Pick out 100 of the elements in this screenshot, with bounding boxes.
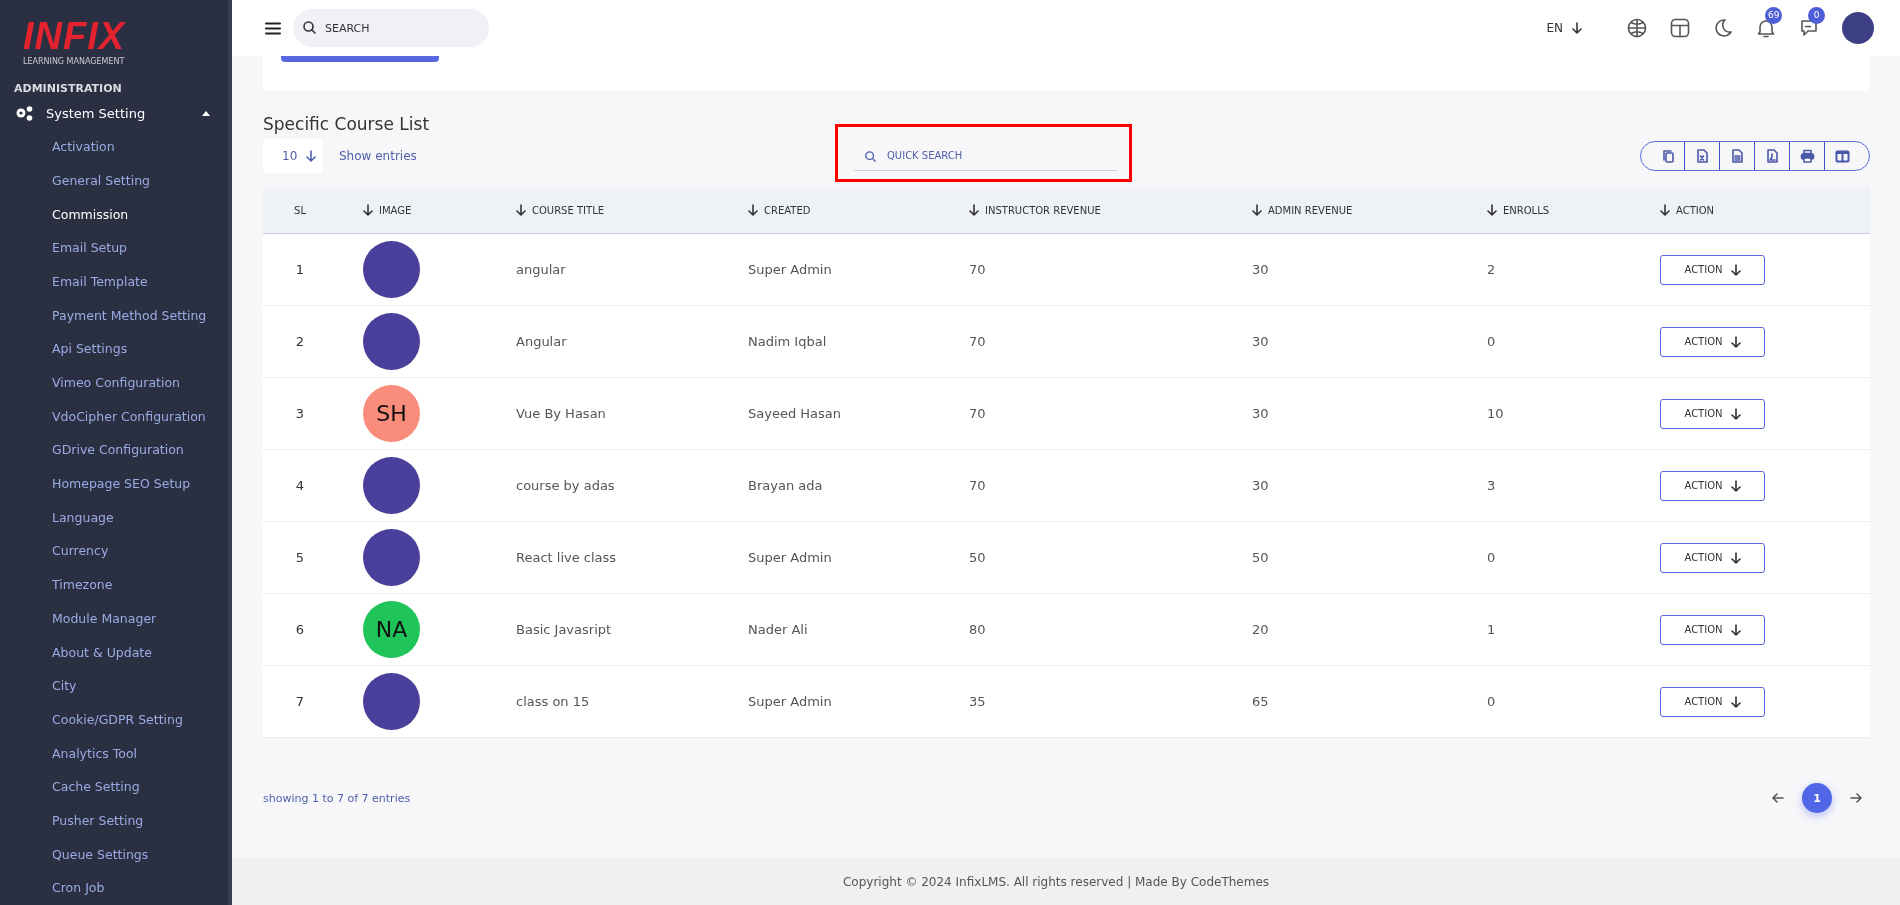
- sidebar-item[interactable]: General Setting: [0, 163, 228, 198]
- notification-count: 69: [1765, 7, 1783, 24]
- table-cell-text: 65: [1252, 694, 1270, 709]
- table-cell-text: Angular: [516, 334, 568, 349]
- globe-icon: [1627, 18, 1647, 38]
- message-count: 0: [1808, 7, 1825, 24]
- sidebar-item[interactable]: Homepage SEO Setup: [0, 467, 228, 501]
- table-cell-text: 80: [969, 622, 987, 637]
- sidebar-item[interactable]: Currency: [0, 534, 228, 569]
- action-button[interactable]: ACTION: [1660, 254, 1765, 285]
- table-cell-text: 5: [294, 550, 306, 565]
- sidebar-item[interactable]: Cron Job: [0, 871, 228, 905]
- sidebar-item[interactable]: Email Setup: [0, 231, 228, 265]
- arrow-down-icon: [969, 204, 979, 216]
- sidebar-item[interactable]: Email Template: [0, 264, 228, 299]
- excel-file-icon: [1694, 148, 1710, 164]
- next-page-button[interactable]: [1850, 793, 1862, 803]
- table-cell-text: Nader Ali: [748, 622, 809, 637]
- action-button[interactable]: ACTION: [1660, 398, 1765, 429]
- page-size-select[interactable]: 10: [263, 139, 323, 173]
- table-cell-text: 3: [1487, 478, 1497, 493]
- pdf-file-icon: [1764, 148, 1780, 164]
- column-header[interactable]: ADMIN REVENUE: [1252, 204, 1487, 216]
- gears-icon: [14, 104, 34, 123]
- table-cell-text: 70: [969, 406, 987, 421]
- search-icon: [303, 21, 316, 34]
- sidebar-item[interactable]: GDrive Configuration: [0, 433, 228, 468]
- entries-summary: showing 1 to 7 of 7 entries: [263, 791, 411, 805]
- arrow-left-icon: [1772, 793, 1784, 803]
- column-header[interactable]: IMAGE: [337, 204, 516, 216]
- page-button[interactable]: 1: [1802, 783, 1832, 813]
- table-cell-text: 2: [294, 334, 306, 349]
- arrow-right-icon: [1850, 793, 1862, 803]
- column-header[interactable]: ENROLLS: [1487, 204, 1660, 216]
- sidebar-item[interactable]: Language: [0, 500, 228, 535]
- sidebar-item[interactable]: Module Manager: [0, 601, 228, 636]
- chat-icon: [1799, 18, 1819, 38]
- menu-icon: [265, 21, 281, 35]
- previous-page-button[interactable]: [1772, 793, 1784, 803]
- column-header[interactable]: COURSE TITLE: [516, 204, 748, 216]
- logo-tagline: LEARNING MANAGEMENT: [23, 57, 125, 66]
- sidebar-item[interactable]: Pusher Setting: [0, 803, 228, 838]
- table-cell-text: Brayan ada: [748, 478, 824, 493]
- printer-icon: [1799, 148, 1815, 164]
- sidebar-item[interactable]: Analytics Tool: [0, 736, 228, 771]
- sidebar-item[interactable]: Payment Method Setting: [0, 298, 228, 333]
- arrow-down-icon: [1730, 551, 1741, 564]
- column-header[interactable]: CREATED: [748, 204, 969, 216]
- table-cell-text: Nadim Iqbal: [748, 334, 828, 349]
- sidebar-item[interactable]: Vimeo Configuration: [0, 366, 228, 400]
- page-title: Specific Course List: [263, 113, 431, 135]
- language-select[interactable]: EN: [1546, 21, 1582, 35]
- sidebar-item[interactable]: Queue Settings: [0, 837, 228, 872]
- copy-icon: [1661, 148, 1676, 164]
- sidebar-item[interactable]: Commission: [0, 197, 228, 232]
- sidebar-item[interactable]: Timezone: [0, 568, 228, 602]
- table-cell-text: 6: [294, 622, 306, 637]
- arrow-down-icon: [1252, 204, 1262, 216]
- column-header[interactable]: INSTRUCTOR REVENUE: [969, 204, 1252, 216]
- bell-icon: [1756, 18, 1776, 38]
- table-cell-text: 7: [294, 694, 306, 709]
- sidebar-item[interactable]: About & Update: [0, 635, 228, 670]
- arrow-down-icon: [1730, 263, 1741, 276]
- table-cell-text: 30: [1252, 262, 1270, 277]
- table-cell-text: 0: [1487, 694, 1497, 709]
- sidebar-item[interactable]: Api Settings: [0, 332, 228, 366]
- action-button[interactable]: ACTION: [1660, 470, 1765, 501]
- table-cell-text: 70: [969, 262, 987, 277]
- table-cell-text: Vue By Hasan: [516, 406, 607, 421]
- user-avatar[interactable]: [1842, 12, 1874, 44]
- sidebar-item[interactable]: Cookie/GDPR Setting: [0, 702, 228, 737]
- photo-placeholder: [363, 241, 420, 298]
- text-file-icon: [1729, 148, 1745, 164]
- show-entries-label: Show entries: [339, 149, 417, 163]
- photo-placeholder: [363, 673, 420, 730]
- table-cell-text: course by adas: [516, 478, 616, 493]
- action-button[interactable]: ACTION: [1660, 542, 1765, 573]
- table-cell-text: angular: [516, 262, 567, 277]
- sidebar-item[interactable]: VdoCipher Configuration: [0, 399, 228, 434]
- sidebar-item[interactable]: City: [0, 669, 228, 703]
- action-button[interactable]: ACTION: [1660, 686, 1765, 717]
- search-field[interactable]: SEARCH: [293, 9, 489, 47]
- column-header[interactable]: ACTION: [1660, 204, 1870, 216]
- table-cell-text: 0: [1487, 334, 1497, 349]
- table-cell-text: 10: [1487, 406, 1505, 421]
- action-button[interactable]: ACTION: [1660, 326, 1765, 357]
- column-header[interactable]: SL: [263, 204, 337, 216]
- group-label: System Setting: [46, 106, 147, 122]
- arrow-down-icon: [1730, 335, 1741, 348]
- sidebar-item[interactable]: Cache Setting: [0, 770, 228, 804]
- table-cell-text: 1: [294, 262, 306, 277]
- table-cell-text: Super Admin: [748, 262, 833, 277]
- action-button[interactable]: ACTION: [1660, 614, 1765, 645]
- sidebar-group[interactable]: System Setting: [0, 100, 228, 128]
- sidebar-item[interactable]: Activation: [0, 130, 228, 164]
- columns-icon: [1834, 148, 1850, 164]
- arrow-down-icon: [1660, 204, 1670, 216]
- arrow-down-icon: [363, 204, 373, 216]
- quick-search-field[interactable]: QUICK SEARCH: [854, 141, 1117, 171]
- initials-avatar: SH: [363, 385, 420, 442]
